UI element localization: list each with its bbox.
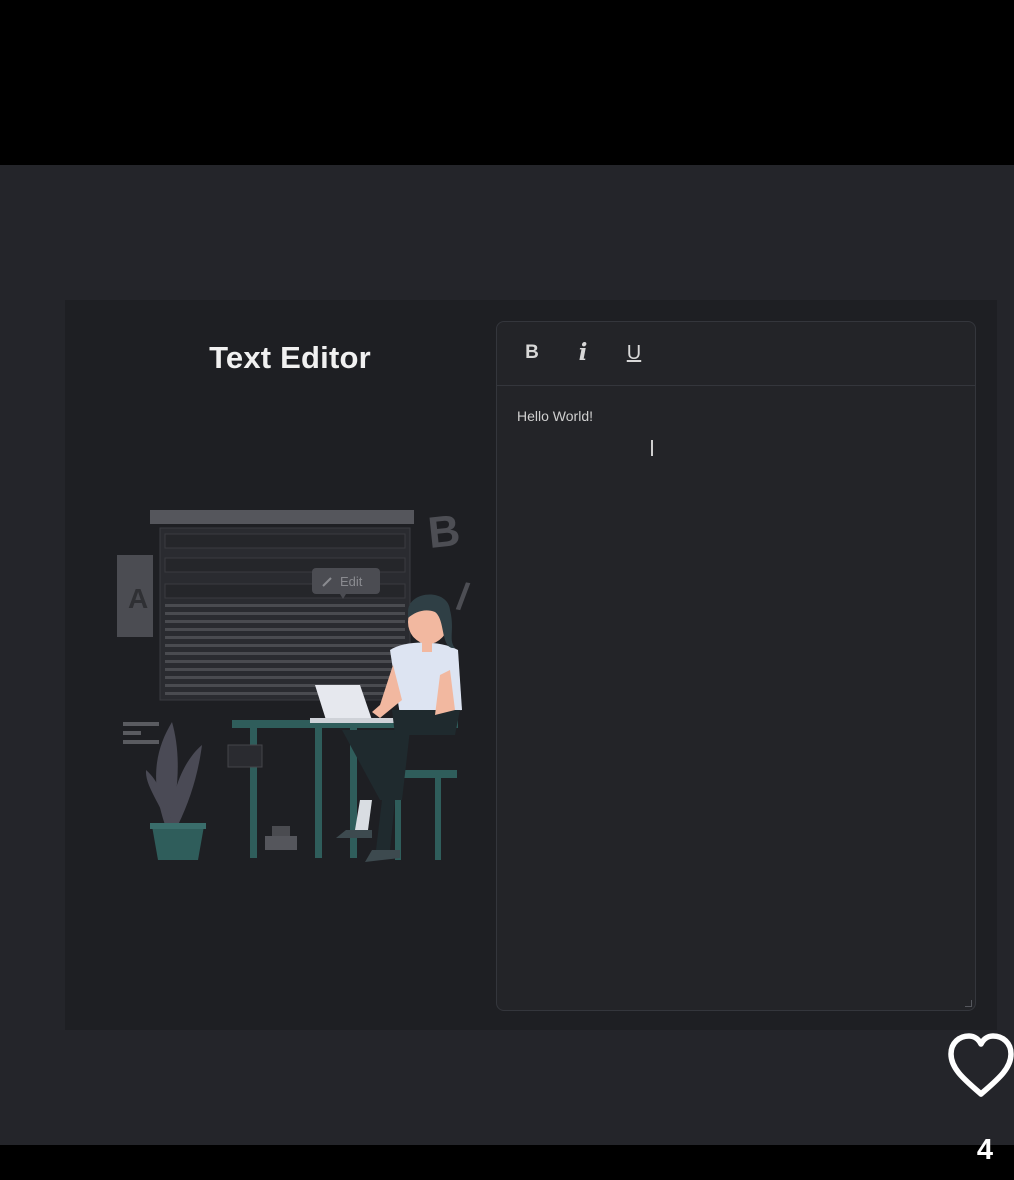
italic-button[interactable]: i [568, 338, 598, 368]
illustration: A Edit B / [117, 506, 472, 862]
rich-text-editor: B i U Hello World! [496, 321, 976, 1011]
side-letter: A [128, 583, 148, 614]
text-caret [651, 440, 653, 456]
plant [145, 722, 202, 825]
mock-window-header [150, 510, 414, 524]
top-bar [0, 0, 1014, 165]
editor-text: Hello World! [517, 408, 593, 424]
resize-handle[interactable] [965, 1000, 972, 1007]
like-count: 4 [976, 1134, 994, 1166]
page-title: Text Editor [209, 340, 371, 375]
plant-pot [152, 826, 204, 860]
bottom-bar [0, 1145, 1014, 1180]
editor-toolbar: B i U [497, 322, 975, 386]
underline-button[interactable]: U [619, 338, 649, 368]
slash-letter: / [454, 576, 472, 619]
big-b-letter: B [426, 506, 463, 558]
edit-badge-label: Edit [340, 574, 363, 589]
bold-button[interactable]: B [517, 338, 547, 368]
editor-content[interactable]: Hello World! [517, 408, 955, 990]
heart-icon[interactable] [945, 1032, 1014, 1102]
